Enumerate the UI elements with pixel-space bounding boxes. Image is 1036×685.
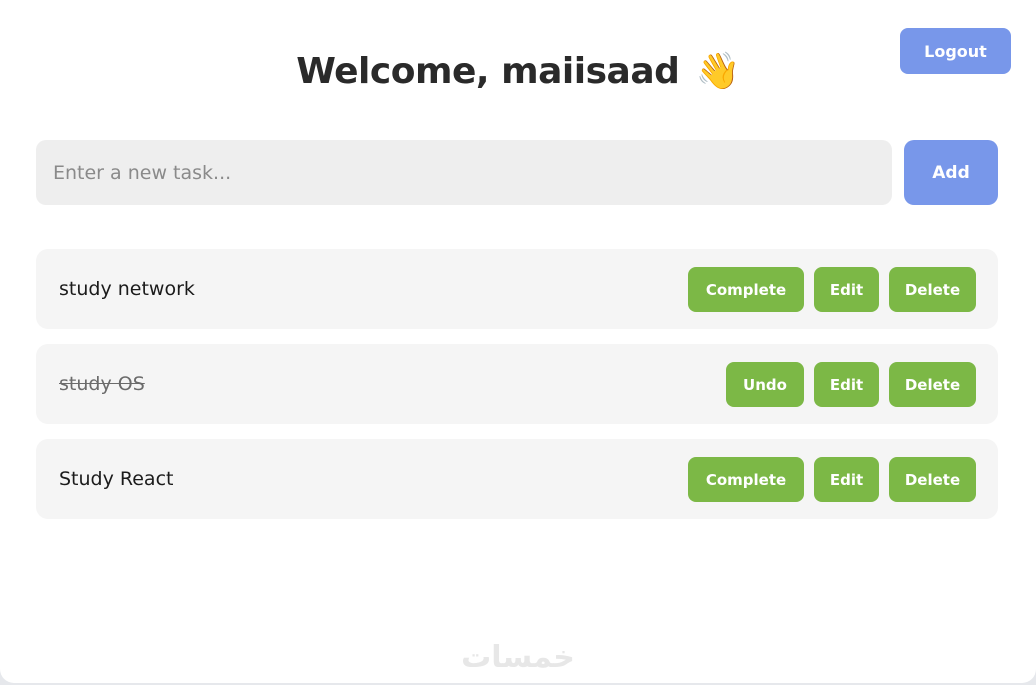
- task-text: Study React: [59, 468, 174, 490]
- complete-button[interactable]: Complete: [688, 267, 804, 312]
- complete-button[interactable]: Complete: [688, 457, 804, 502]
- page-title: Welcome, maiisaad 👋: [0, 50, 1036, 92]
- task-text-completed: study OS: [59, 373, 145, 395]
- delete-button[interactable]: Delete: [889, 267, 976, 312]
- add-task-button[interactable]: Add: [904, 140, 998, 205]
- new-task-input[interactable]: [36, 140, 892, 205]
- task-item: Study React Complete Edit Delete: [36, 439, 998, 519]
- edit-button[interactable]: Edit: [814, 267, 879, 312]
- undo-button[interactable]: Undo: [726, 362, 804, 407]
- task-item: study OS Undo Edit Delete: [36, 344, 998, 424]
- edit-button[interactable]: Edit: [814, 457, 879, 502]
- todo-card: Logout Welcome, maiisaad 👋 Add study net…: [0, 0, 1036, 683]
- task-text: study network: [59, 278, 195, 300]
- waving-hand-icon: 👋: [695, 51, 740, 92]
- task-item: study network Complete Edit Delete: [36, 249, 998, 329]
- edit-button[interactable]: Edit: [814, 362, 879, 407]
- welcome-text: Welcome, maiisaad: [296, 51, 680, 92]
- watermark-logo: خمسات: [461, 640, 575, 675]
- delete-button[interactable]: Delete: [889, 362, 976, 407]
- delete-button[interactable]: Delete: [889, 457, 976, 502]
